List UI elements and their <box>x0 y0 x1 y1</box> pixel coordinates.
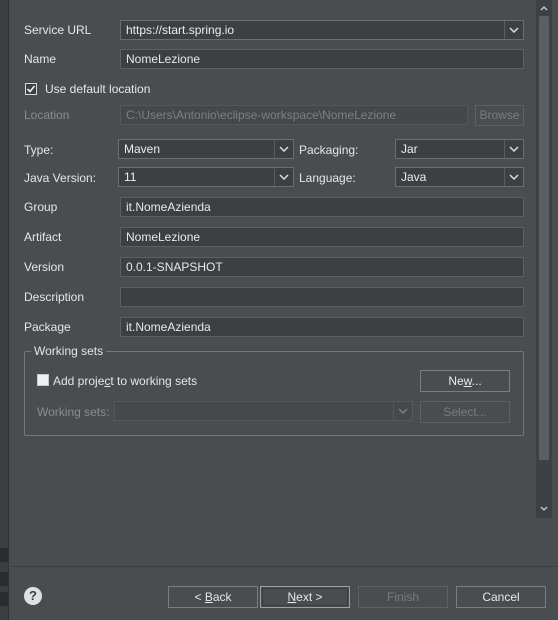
description-label: Description <box>24 290 85 304</box>
next-button[interactable]: Next > <box>260 586 350 608</box>
location-field: C:\Users\Antonio\eclipse-workspace\NomeL… <box>120 105 468 125</box>
artifact-label: Artifact <box>24 230 62 244</box>
chevron-down-icon <box>393 402 412 420</box>
finish-button: Finish <box>358 586 448 608</box>
scrollbar-thumb[interactable] <box>539 16 549 460</box>
chevron-down-icon[interactable] <box>274 140 293 158</box>
add-to-working-sets-label[interactable]: Add project to working sets <box>53 374 197 388</box>
location-label: Location <box>24 108 70 122</box>
package-field[interactable]: it.NomeAzienda <box>120 317 524 337</box>
language-value: Java <box>401 170 427 184</box>
use-default-location-checkbox[interactable] <box>25 83 37 95</box>
version-label: Version <box>24 260 65 274</box>
use-default-location-label[interactable]: Use default location <box>45 82 150 96</box>
help-icon[interactable]: ? <box>24 587 42 605</box>
vertical-scrollbar[interactable] <box>536 0 552 518</box>
working-sets-group <box>24 351 524 436</box>
language-combo[interactable]: Java <box>395 167 524 187</box>
chevron-down-icon[interactable] <box>536 500 552 516</box>
chevron-down-icon[interactable] <box>274 168 293 186</box>
description-field[interactable] <box>120 287 524 307</box>
working-sets-title: Working sets <box>31 344 107 358</box>
type-combo[interactable]: Maven <box>118 139 294 159</box>
group-field[interactable]: it.NomeAzienda <box>120 197 524 217</box>
back-button[interactable]: < Back <box>168 586 258 608</box>
chevron-down-icon[interactable] <box>504 140 523 158</box>
left-window-edge <box>0 0 9 620</box>
service-url-value: https://start.spring.io <box>126 23 235 37</box>
version-field[interactable]: 0.0.1-SNAPSHOT <box>120 257 524 277</box>
add-to-working-sets-checkbox[interactable] <box>37 374 49 386</box>
chevron-up-icon[interactable] <box>536 0 552 16</box>
browse-button: Browse <box>475 105 524 126</box>
checkmark-icon <box>26 85 36 93</box>
chevron-down-icon[interactable] <box>504 21 523 39</box>
cancel-button[interactable]: Cancel <box>456 586 546 608</box>
new-working-set-button[interactable]: New... <box>420 370 510 392</box>
service-url-combo[interactable]: https://start.spring.io <box>120 20 524 40</box>
java-version-value: 11 <box>124 170 137 184</box>
footer-separator <box>8 566 558 567</box>
java-version-label: Java Version: <box>24 171 97 185</box>
name-label: Name <box>24 52 57 66</box>
packaging-label: Packaging: <box>299 143 359 157</box>
language-label: Language: <box>299 171 356 185</box>
edge-marker <box>0 572 8 586</box>
name-field[interactable]: NomeLezione <box>120 49 524 69</box>
edge-marker <box>0 592 8 606</box>
working-sets-label: Working sets: <box>37 405 110 419</box>
package-label: Package <box>24 320 71 334</box>
type-label: Type: <box>24 143 54 157</box>
edge-marker <box>0 548 8 562</box>
type-value: Maven <box>124 142 161 156</box>
packaging-combo[interactable]: Jar <box>395 139 524 159</box>
working-sets-combo <box>114 401 413 421</box>
packaging-value: Jar <box>401 142 418 156</box>
group-label: Group <box>24 200 58 214</box>
artifact-field[interactable]: NomeLezione <box>120 227 524 247</box>
select-working-sets-button: Select... <box>420 401 510 423</box>
java-version-combo[interactable]: 11 <box>118 167 294 187</box>
service-url-label: Service URL <box>24 23 92 37</box>
chevron-down-icon[interactable] <box>504 168 523 186</box>
